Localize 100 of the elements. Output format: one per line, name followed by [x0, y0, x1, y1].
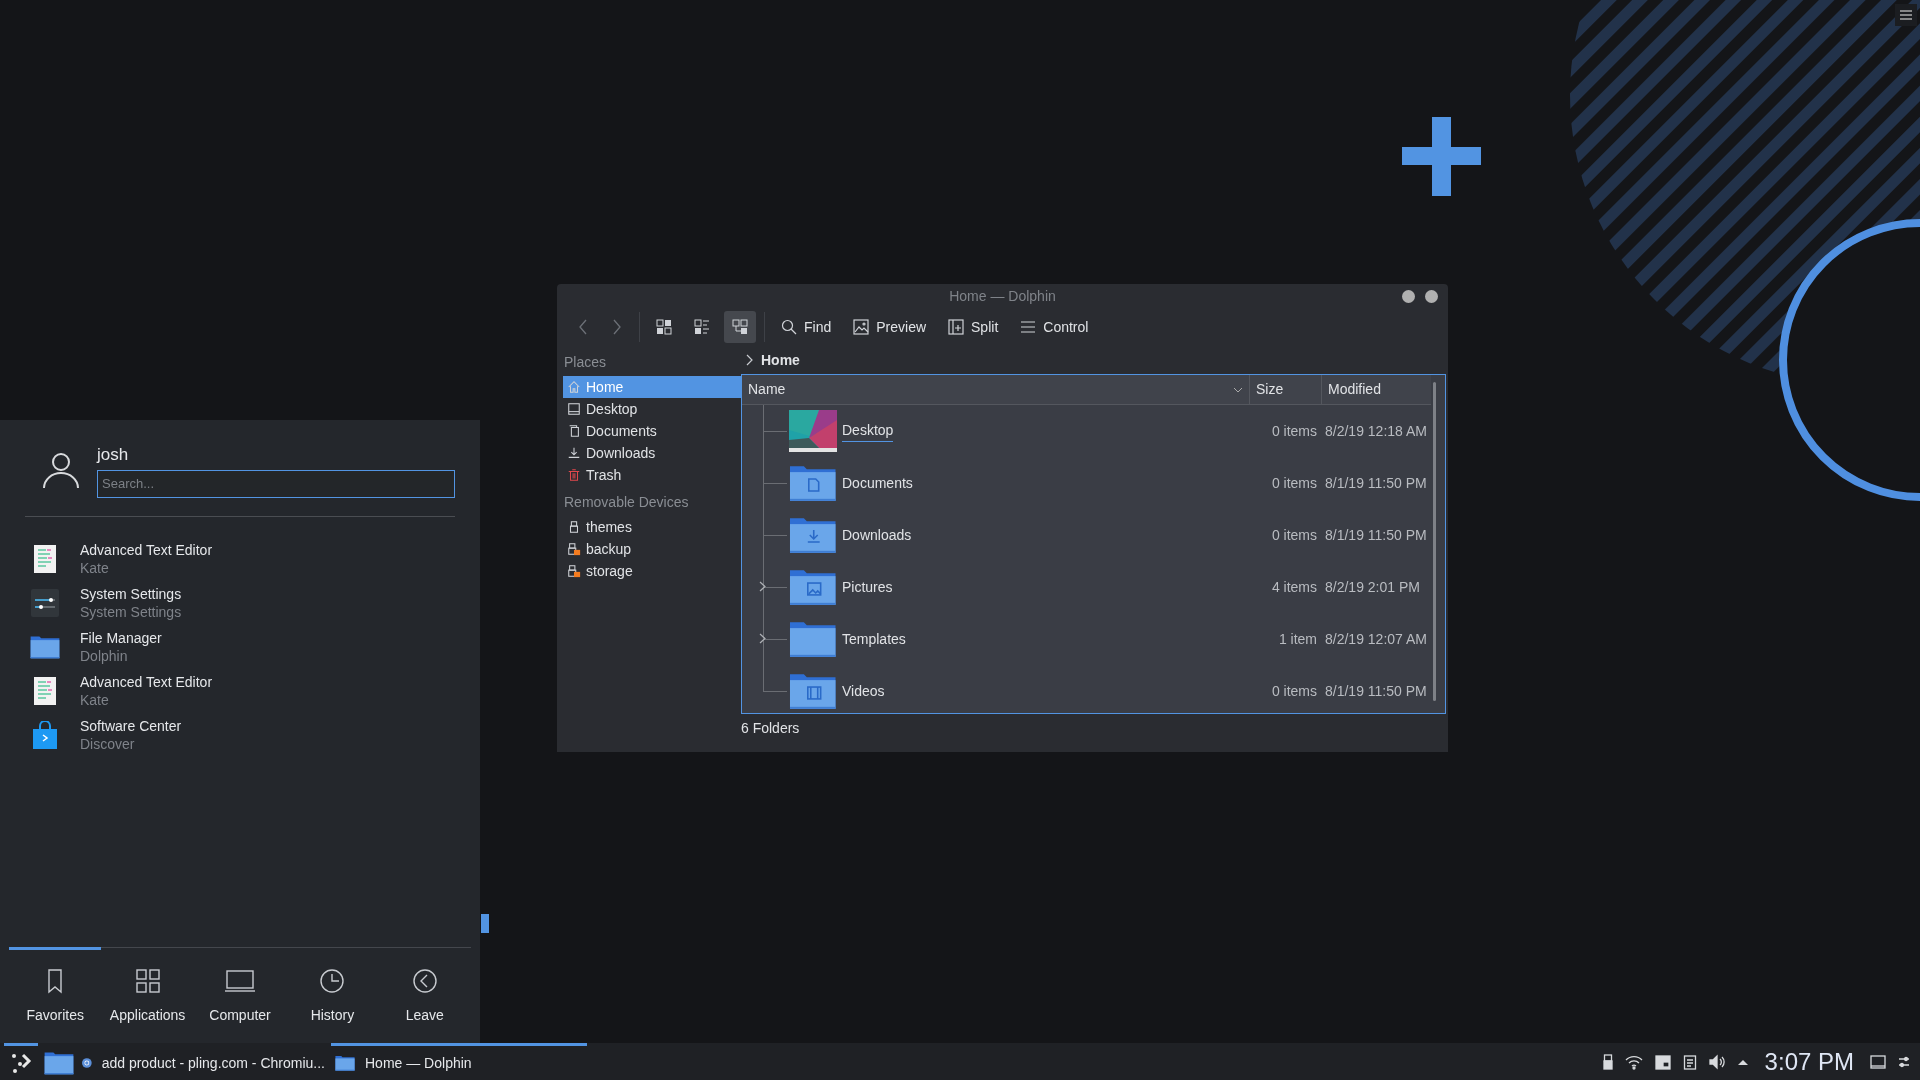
laptop-icon [224, 967, 256, 995]
minimize-button[interactable] [1402, 289, 1415, 303]
toolbar-button[interactable]: Split [940, 311, 1007, 343]
user-avatar-icon [43, 450, 79, 489]
file-row[interactable]: Desktop 0 items 8/2/19 12:18 AM [756, 405, 1431, 457]
toolbar-button[interactable]: Preview [845, 311, 935, 343]
sliders-icon [31, 588, 59, 617]
speaker-icon[interactable] [1708, 1053, 1725, 1070]
sort-caret-icon [1233, 386, 1243, 393]
file-name: Videos [842, 681, 885, 701]
task-button[interactable]: add product - pling.com - Chromiu... [76, 1043, 331, 1080]
launcher-icon [10, 1052, 32, 1074]
shopping-bag-icon [33, 720, 57, 749]
places-item[interactable]: themes [563, 516, 741, 538]
status-text: 6 Folders [741, 718, 800, 738]
folder-icon [789, 672, 837, 710]
modified-date: 8/1/19 11:50 PM [1324, 681, 1428, 701]
file-row[interactable]: Pictures 4 items 8/2/19 2:01 PM [756, 561, 1431, 613]
folder-icon [30, 633, 60, 660]
search-field[interactable]: Search... [97, 469, 455, 498]
item-count: 1 item [1277, 629, 1317, 649]
menu-icon [1900, 10, 1912, 20]
document-icon [567, 424, 581, 438]
close-button[interactable] [1425, 289, 1438, 303]
tree-view-icon [732, 319, 748, 335]
app-description: Kate [80, 558, 110, 577]
clipboard-icon[interactable] [1682, 1053, 1697, 1070]
toolbar-button[interactable]: Find [773, 311, 840, 343]
file-name: Pictures [842, 577, 893, 597]
column-header[interactable]: Name [742, 375, 1249, 404]
modified-date: 8/2/19 2:01 PM [1324, 577, 1421, 597]
lock-folder-icon[interactable] [1654, 1053, 1671, 1070]
menu-icon [1020, 319, 1037, 335]
folder-icon [789, 464, 837, 502]
grid-icon [133, 967, 162, 995]
compact-view-icon [694, 319, 710, 335]
desktop-menu-button[interactable] [1895, 4, 1917, 26]
modified-date: 8/1/19 11:50 PM [1324, 473, 1428, 493]
download-icon [567, 446, 581, 460]
monitor-icon [567, 402, 581, 416]
file-name: Desktop [842, 420, 894, 442]
file-row[interactable]: Videos 0 items 8/1/19 11:50 PM [756, 665, 1431, 717]
file-row[interactable]: Templates 1 item 8/2/19 12:07 AM [756, 613, 1431, 665]
file-name: Templates [842, 629, 906, 649]
item-count: 0 items [1270, 681, 1317, 701]
text-editor-icon [34, 676, 56, 705]
app-description: System Settings [80, 602, 182, 621]
wifi-icon[interactable] [1624, 1053, 1643, 1070]
chevron-right-icon [745, 354, 753, 366]
section-heading: Places [563, 353, 608, 372]
launcher-tab[interactable]: Applications [101, 947, 194, 1043]
places-item[interactable]: Desktop [563, 398, 741, 420]
usb-drive-icon [567, 520, 581, 534]
places-item[interactable]: backup [563, 538, 741, 560]
app-entry[interactable]: File Manager Dolphin [30, 624, 480, 669]
scroll-handle[interactable] [481, 914, 489, 933]
item-count: 0 items [1270, 473, 1317, 493]
file-name: Documents [842, 473, 913, 493]
folder-icon [335, 1055, 355, 1071]
clock[interactable]: 3:07 PM [1760, 1043, 1858, 1080]
column-header[interactable]: Modified [1321, 375, 1431, 404]
usb-drive-icon[interactable] [1602, 1053, 1613, 1070]
grid-view-icon [656, 319, 672, 335]
file-row[interactable]: Documents 0 items 8/1/19 11:50 PM [756, 457, 1431, 509]
app-name: Software Center [80, 716, 182, 735]
column-header[interactable]: Size [1249, 375, 1321, 404]
window-title: Home — Dolphin [949, 286, 1056, 306]
task-button[interactable]: Home — Dolphin [331, 1043, 587, 1080]
usb-drive-icon [567, 564, 581, 578]
search-icon [781, 319, 797, 335]
toolbar-button[interactable]: Control [1012, 311, 1097, 343]
places-item[interactable]: Trash [563, 464, 741, 486]
user-name: josh [97, 444, 130, 466]
item-count: 0 items [1270, 525, 1317, 545]
app-entry[interactable]: System Settings System Settings [30, 580, 480, 625]
places-item[interactable]: Downloads [563, 442, 741, 464]
trash-icon [567, 468, 581, 482]
folder-icon [44, 1051, 74, 1075]
places-item[interactable]: Documents [563, 420, 741, 442]
view-mode-button[interactable] [724, 311, 756, 343]
app-description: Kate [80, 690, 110, 709]
back-arrow-circle-icon [410, 967, 439, 995]
image-icon [853, 319, 870, 335]
wallpaper-thumbnail-icon [789, 410, 837, 452]
launcher-tab[interactable]: Leave [378, 947, 472, 1043]
file-row[interactable]: Downloads 0 items 8/1/19 11:50 PM [756, 509, 1431, 561]
app-entry[interactable]: Advanced Text Editor Kate [30, 668, 480, 713]
usb-drive-icon [567, 542, 581, 556]
launcher-tab[interactable]: History [286, 947, 379, 1043]
places-item[interactable]: storage [563, 560, 741, 582]
breadcrumb-item[interactable]: Home [761, 349, 800, 371]
folder-icon [789, 516, 837, 554]
launcher-tab[interactable]: Computer [193, 947, 287, 1043]
app-entry[interactable]: Software Center Discover [30, 712, 480, 757]
modified-date: 8/1/19 11:50 PM [1324, 525, 1428, 545]
show-desktop-icon[interactable] [1870, 1053, 1886, 1070]
modified-date: 8/2/19 12:18 AM [1324, 421, 1428, 441]
clock-icon [318, 967, 347, 995]
scrollbar[interactable] [1433, 382, 1436, 701]
app-entry[interactable]: Advanced Text Editor Kate [30, 536, 480, 581]
